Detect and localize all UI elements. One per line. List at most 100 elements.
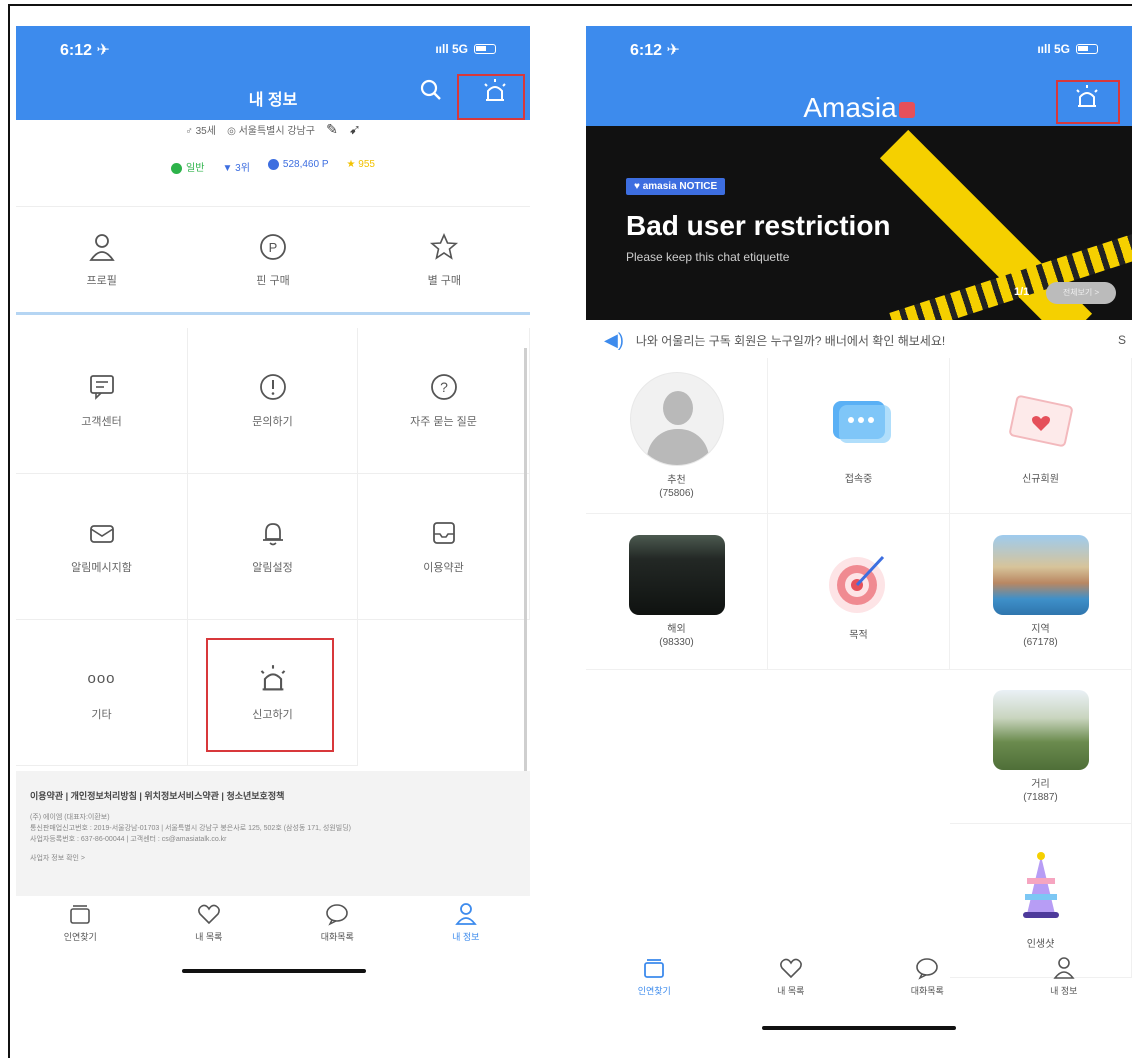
speaker-icon: ◀) — [604, 329, 624, 350]
tab-label: 인연찾기 — [63, 932, 97, 942]
category-caption: 추천 (75806) — [659, 474, 694, 499]
category-column: 거리 (71887) 인생샷 — [950, 670, 1132, 978]
tab-chat-list[interactable]: 대화목록 — [859, 956, 996, 997]
profile-summary: ♂ 35세 ◎ 서울특별시 강남구 ✎ ➹ — [16, 121, 530, 143]
category-caption: 신규회원 — [1022, 474, 1059, 485]
category-region[interactable]: 지역 (67178) — [950, 514, 1132, 670]
question-icon: ? — [430, 373, 457, 400]
category-grid: 추천 (75806) 접속중 신규회원 해외 (98330) 목적 지역 (67178… — [586, 358, 1132, 670]
grid-label: 자주 묻는 질문 — [410, 415, 477, 428]
banner-counter: 1/1 — [1014, 286, 1030, 298]
grade-icon — [171, 162, 183, 174]
trophy-icon: ▼ — [222, 163, 233, 174]
menu-profile[interactable]: 프로필 — [16, 207, 187, 312]
menu-pin-purchase[interactable]: P 핀 구매 — [187, 207, 358, 312]
tab-label: 대화목록 — [320, 932, 354, 942]
category-caption: 지역 (67178) — [1023, 623, 1058, 648]
header-bar: 6:12 ✈ ııll 5G 내 정보 — [16, 26, 530, 120]
highlight-report-header — [457, 74, 525, 120]
tab-find-match[interactable]: 인연찾기 — [16, 902, 145, 943]
grid-faq[interactable]: ? 자주 묻는 질문 — [358, 328, 530, 474]
logo-heart-icon — [898, 101, 915, 118]
tab-my-info[interactable]: 내 정보 — [996, 956, 1133, 997]
search-icon[interactable] — [414, 78, 448, 112]
tab-my-list[interactable]: 내 목록 — [723, 956, 860, 997]
menu-pin-label: 핀 구매 — [256, 274, 290, 287]
gender-age: ♂ 35세 — [185, 126, 216, 137]
grid-label: 문의하기 — [252, 415, 293, 428]
banner-view-all-button[interactable]: 전체보기 > — [1046, 282, 1116, 304]
grid-label: 알림메시지함 — [71, 561, 132, 574]
category-caption: 해외 (98330) — [659, 623, 694, 648]
menu-profile-label: 프로필 — [86, 274, 117, 287]
grid-terms[interactable]: 이용약관 — [358, 474, 530, 620]
highlight-report-header — [1056, 80, 1120, 124]
rank-stat: ▼ 3위 — [222, 163, 250, 174]
pencil-icon[interactable]: ✎ — [326, 121, 338, 137]
ticker-text: 나와 어울리는 구독 회원은 누구일까? 배너에서 확인 해보세요! — [635, 333, 946, 348]
grid-label: 알림설정 — [252, 561, 293, 574]
footer-more-link[interactable]: 사업자 정보 확인 > — [30, 853, 516, 864]
footer-links[interactable]: 이용약관 | 개인정보처리방침 | 위치정보서비스약관 | 청소년보호정책 — [30, 789, 516, 802]
category-life-shot[interactable]: 인생샷 — [950, 824, 1132, 978]
bottom-tab-bar: 인연찾기 내 목록 대화목록 내 정보 — [586, 956, 1132, 997]
distance-photo — [992, 689, 1089, 770]
exclamation-icon — [259, 373, 286, 400]
share-icon[interactable]: ➹ — [349, 121, 361, 137]
category-new-members[interactable]: 신규회원 — [950, 358, 1132, 514]
grid-etc[interactable]: ooo 기타 — [16, 620, 188, 766]
grid-customer-center[interactable]: 고객센터 — [16, 328, 188, 474]
page-title: 내 정보 — [248, 92, 298, 109]
tab-my-list[interactable]: 내 목록 — [145, 902, 274, 943]
grid-notification-settings[interactable]: 알림설정 — [188, 474, 358, 620]
location-text: ◎ 서울특별시 강남구 — [227, 126, 315, 137]
tab-find-match[interactable]: 인연찾기 — [586, 956, 723, 997]
app-logo-text: Amasia — [803, 92, 897, 123]
banner-title: Bad user restriction — [626, 210, 891, 241]
tab-my-info[interactable]: 내 정보 — [402, 902, 531, 943]
grid-inquiry[interactable]: 문의하기 — [188, 328, 358, 474]
category-overseas[interactable]: 해외 (98330) — [586, 514, 768, 670]
points-icon — [267, 159, 279, 170]
menu-star-purchase[interactable]: 별 구매 — [359, 207, 530, 312]
purchase-menu: 프로필 P 핀 구매 별 구매 — [16, 206, 530, 312]
status-indicators: ııll 5G — [1037, 42, 1098, 56]
speech-bubble-icon — [326, 904, 349, 926]
notice-chip: ♥ amasia NOTICE — [626, 178, 726, 195]
cards-icon — [644, 959, 665, 978]
more-icon: ooo — [87, 669, 116, 687]
region-photo — [992, 534, 1089, 615]
footer-info: (주) 에이엠 (대표자:이환보) 통신판매업신고번호 : 2019-서울강남-… — [30, 812, 516, 864]
signal-label: ııll 5G — [1037, 42, 1070, 56]
category-recommend[interactable]: 추천 (75806) — [586, 358, 768, 514]
inbox-icon — [432, 521, 455, 544]
category-purpose[interactable]: 목적 — [768, 514, 950, 670]
announcement-ticker[interactable]: ◀) 나와 어울리는 구독 회원은 누구일까? 배너에서 확인 해보세요! S — [586, 324, 1132, 356]
svg-text:P: P — [269, 240, 278, 255]
tab-label: 인연찾기 — [637, 986, 671, 996]
tab-chat-list[interactable]: 대화목록 — [273, 902, 402, 943]
category-distance[interactable]: 거리 (71887) — [950, 670, 1132, 824]
status-indicators: ııll 5G — [435, 42, 496, 56]
section-divider — [16, 312, 530, 315]
svg-text:?: ? — [440, 379, 448, 395]
footer-company: (주) 에이엠 (대표자:이환보) — [30, 814, 110, 821]
app-logo: Amasia — [586, 92, 1132, 124]
category-online[interactable]: 접속중 — [768, 358, 950, 514]
footer-registration: 통신판매업신고번호 : 2019-서울강남-01703 | 서울특별시 강남구 … — [30, 825, 351, 832]
category-caption: 접속중 — [844, 474, 873, 485]
person-icon — [454, 903, 477, 925]
category-caption: 거리 (71887) — [1023, 778, 1058, 803]
company-footer: 이용약관 | 개인정보처리방침 | 위치정보서비스약관 | 청소년보호정책 (주… — [16, 771, 530, 896]
grade-stat: 일반 — [171, 159, 204, 174]
my-info-screen: 6:12 ✈ ııll 5G 내 정보 ♂ 35세 ◎ 서울특별시 강남구 ✎ … — [16, 26, 530, 986]
ticker-tail: S — [1117, 333, 1126, 347]
bell-icon — [262, 522, 283, 545]
target-icon — [828, 555, 885, 613]
home-indicator — [762, 1026, 956, 1030]
grid-notification-inbox[interactable]: 알림메시지함 — [16, 474, 188, 620]
scrollbar[interactable] — [524, 348, 527, 788]
notice-banner[interactable]: ♥ amasia NOTICE Bad user restriction Ple… — [586, 126, 1132, 320]
p-circle-icon: P — [260, 233, 286, 260]
stats-row: 일반 ▼ 3위 528,460 P ★ 955 — [16, 159, 530, 174]
